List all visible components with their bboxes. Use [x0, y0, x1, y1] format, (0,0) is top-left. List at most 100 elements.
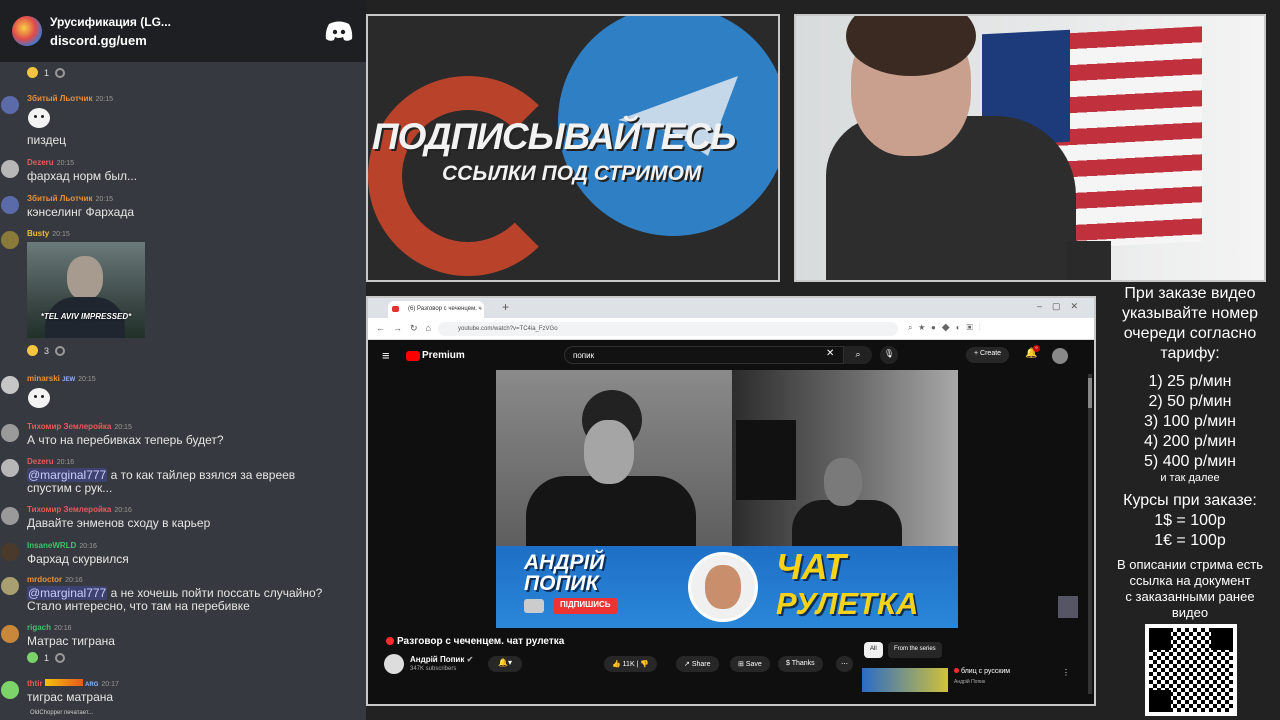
avatar	[1, 196, 19, 214]
user-mention[interactable]: @marginal777	[27, 586, 108, 600]
message-text: тиграс матрана	[27, 690, 114, 704]
username[interactable]: Busty 20:15	[27, 229, 70, 238]
more-actions-icon[interactable]: ⋯	[836, 656, 853, 672]
clear-search-icon[interactable]: ✕	[826, 348, 834, 359]
bell-icon	[524, 599, 544, 613]
emoji-icon	[27, 652, 38, 663]
save-button[interactable]: ⊞ Save	[730, 656, 770, 672]
promo-subtitle: ССЫЛКИ ПОД СТРИМОМ	[442, 162, 702, 185]
url-field[interactable]: youtube.com/watch?v=TC4ia_FzVGo	[438, 322, 898, 336]
username[interactable]: Тихомир Землеройка 20:16	[27, 505, 132, 514]
recommended-thumbnail[interactable]	[862, 668, 948, 692]
add-reaction-icon[interactable]	[55, 67, 66, 78]
username[interactable]: thtir ARG 20:17	[27, 679, 119, 688]
menu-icon[interactable]: ≡	[382, 348, 390, 363]
banner-channel-name: АНДРІЙ ПОПИК	[524, 551, 605, 595]
account-avatar[interactable]	[1052, 348, 1068, 364]
avatar	[1, 231, 19, 249]
channel-name[interactable]: Андрій Попик ✔	[410, 655, 473, 664]
message-text: А что на перебивках теперь будет?	[27, 433, 224, 447]
miniplayer-thumbnail[interactable]	[1058, 596, 1078, 618]
message-text: Давайте энменов сходу в карьер	[27, 516, 211, 530]
discord-chat-panel: Урусификация (LG... discord.gg/uem 1 Зби…	[0, 0, 366, 720]
message-text: Фархад скурвился	[27, 552, 129, 566]
chip-from-series[interactable]: From the series	[888, 642, 942, 658]
price-list: При заказе видео указывайте номер очеред…	[1100, 284, 1280, 621]
server-invite[interactable]: discord.gg/uem	[50, 33, 324, 48]
rate-line: 1€ = 100р	[1154, 532, 1226, 549]
create-button[interactable]: + Create	[966, 347, 1010, 363]
typing-indicator: OldChopper печатает...	[30, 710, 93, 716]
message-text-line2: Стало интересно, что там на перебивке	[27, 599, 250, 613]
username[interactable]: Тихомир Землеройка 20:15	[27, 422, 132, 431]
add-reaction-icon[interactable]	[55, 345, 66, 356]
username[interactable]: Збитый Льотчик 20:15	[27, 94, 113, 103]
reaction-row[interactable]: 1	[27, 67, 66, 78]
subscription-bell-button[interactable]: 🔔▾	[488, 656, 522, 672]
youtube-play-icon	[406, 350, 420, 361]
chat-header: Урусификация (LG... discord.gg/uem	[0, 0, 366, 62]
window-controls[interactable]: –▢✕	[1037, 301, 1088, 312]
username[interactable]: InsaneWRLD 20:16	[27, 541, 97, 550]
avatar	[1, 577, 19, 595]
banner-subscribe: ПІДПИШИСЬ	[554, 598, 617, 614]
nav-buttons[interactable]: ←→↻⌂	[376, 323, 439, 334]
message-text: пиздец	[27, 133, 66, 147]
reaction-row[interactable]: 1	[27, 652, 66, 663]
add-reaction-icon[interactable]	[55, 652, 66, 663]
username[interactable]: Dezeru 20:16	[27, 457, 74, 466]
price-tier: 3) 100 р/мин	[1144, 413, 1236, 430]
qr-code	[1145, 624, 1237, 716]
etc-note: и так далее	[1160, 472, 1220, 484]
thanks-button[interactable]: $ Thanks	[778, 656, 823, 672]
recommended-channel[interactable]: Андрій Попик	[954, 679, 985, 685]
avatar	[1, 376, 19, 394]
new-tab-icon[interactable]: +	[502, 300, 509, 314]
like-button[interactable]: 👍 11K | 👎	[604, 656, 658, 672]
address-bar: ←→↻⌂ youtube.com/watch?v=TC4ia_FzVGo ⌕★●…	[368, 318, 1094, 340]
recommended-menu-icon[interactable]: ⋮	[1062, 668, 1070, 677]
youtube-logo[interactable]: Premium	[406, 350, 465, 361]
scrollbar[interactable]	[1088, 374, 1092, 694]
banner-title-line1: ЧАТ	[776, 546, 846, 587]
video-title: Разговор с чеченцем. чат рулетка	[386, 636, 564, 647]
attached-image[interactable]: *TEL AVIV IMPRESSED*	[27, 242, 145, 338]
server-name: Урусификация (LG...	[50, 14, 171, 29]
microphone-icon[interactable]: 🎙	[880, 346, 898, 364]
username[interactable]: Збитый Льотчик 20:15	[27, 194, 113, 203]
message-text: кэнселинг Фархада	[27, 205, 135, 219]
username[interactable]: minarski JEW 20:15	[27, 374, 96, 383]
reaction-row[interactable]: 3	[27, 345, 66, 356]
user-mention[interactable]: @marginal777	[27, 468, 108, 482]
emoji-icon	[27, 67, 38, 78]
tab-bar: (6) Разговор с чеченцем. ч + –▢✕	[368, 298, 1094, 318]
video-player[interactable]: АНДРІЙ ПОПИК ПІДПИШИСЬ ЧАТ РУЛЕТКА	[496, 370, 958, 628]
avatar	[1, 543, 19, 561]
extension-icons[interactable]: ⌕★●◆◐▣⋮	[908, 323, 987, 333]
avatar	[1, 507, 19, 525]
chip-all[interactable]: All	[864, 642, 883, 658]
price-tier: 1) 25 р/мин	[1148, 373, 1232, 390]
recommended-title[interactable]: блиц с русским	[954, 668, 1010, 675]
blank-face-emoji-icon	[28, 108, 50, 128]
username[interactable]: rigach 20:16	[27, 623, 72, 632]
username[interactable]: Dezeru 20:15	[27, 158, 74, 167]
note-line: видео	[1171, 605, 1209, 620]
browser-tab[interactable]: (6) Разговор с чеченцем. ч	[388, 301, 484, 318]
avatar	[1, 160, 19, 178]
avatar	[1, 625, 19, 643]
share-button[interactable]: ↗ Share	[676, 656, 719, 672]
subscriber-count: 347K subscribers	[410, 666, 457, 672]
message-text-line2: спустим с рук...	[27, 481, 113, 495]
promo-title: ПОДПИСЫВАЙТЕСЬ	[372, 116, 736, 157]
server-icon	[12, 16, 42, 46]
search-input[interactable]: попик	[564, 346, 844, 364]
live-dot-icon	[954, 668, 959, 673]
avatar	[1, 459, 19, 477]
channel-avatar[interactable]	[384, 654, 404, 674]
username[interactable]: mrdoctor 20:16	[27, 575, 83, 584]
price-tier: 2) 50 р/мин	[1148, 393, 1232, 410]
discord-logo-icon	[325, 21, 353, 41]
search-icon[interactable]: ⌕	[844, 346, 872, 364]
image-caption: *TEL AVIV IMPRESSED*	[40, 312, 132, 321]
